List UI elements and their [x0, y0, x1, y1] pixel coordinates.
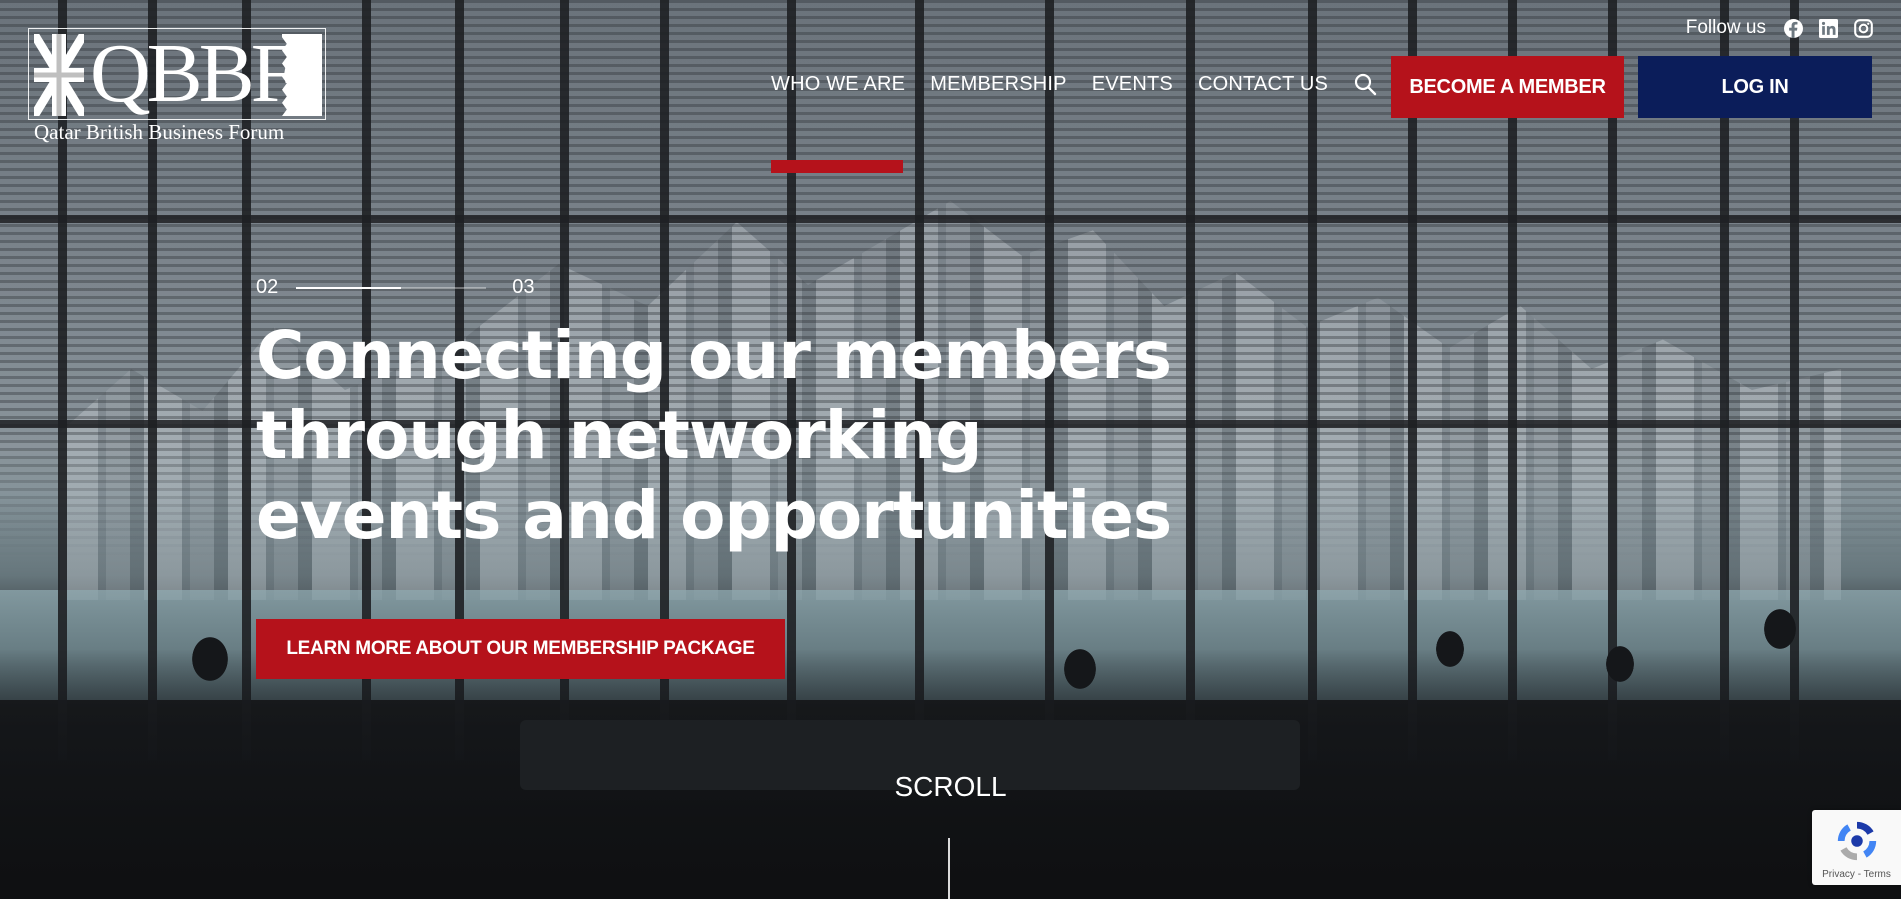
instagram-icon[interactable] [1854, 18, 1873, 38]
scroll-indicator-line [948, 838, 950, 899]
qbbf-logo[interactable]: QBBF Qatar British Business Forum [28, 28, 328, 148]
active-nav-indicator [771, 160, 903, 173]
logo-wordmark: QBBF [90, 27, 297, 120]
qatar-flag-stripe [282, 34, 322, 116]
search-icon[interactable] [1353, 72, 1377, 96]
social-links: Follow us [1686, 17, 1873, 39]
hero-headline: Connecting our members through networkin… [256, 317, 1172, 554]
become-member-button[interactable]: BECOME A MEMBER [1391, 56, 1624, 118]
nav-item-contact-us[interactable]: CONTACT US [1198, 73, 1328, 96]
recaptcha-badge[interactable]: Privacy - Terms [1812, 810, 1901, 885]
slide-progress-track [296, 286, 487, 289]
follow-us-label: Follow us [1685, 17, 1766, 38]
linkedin-icon[interactable] [1819, 18, 1838, 38]
nav-item-membership[interactable]: MEMBERSHIP [930, 73, 1066, 96]
recaptcha-links[interactable]: Privacy - Terms [1812, 869, 1901, 880]
slide-counter: 02 03 [256, 276, 535, 299]
hero-section: QBBF Qatar British Business Forum Follow… [0, 0, 1901, 899]
scroll-label[interactable]: SCROLL [0, 771, 1901, 803]
nav-item-who-we-are[interactable]: WHO WE ARE [771, 73, 905, 96]
slide-progress-fill [296, 286, 401, 289]
nav-item-events[interactable]: EVENTS [1092, 73, 1173, 96]
facebook-icon[interactable] [1784, 18, 1803, 38]
slide-current: 02 [256, 276, 279, 298]
union-flag-icon [34, 34, 84, 116]
logo-tagline: Qatar British Business Forum [34, 120, 285, 144]
recaptcha-icon [1837, 821, 1877, 861]
log-in-button[interactable]: LOG IN [1638, 56, 1872, 118]
main-nav: WHO WE ARE MEMBERSHIP EVENTS CONTACT US [771, 72, 1377, 96]
slide-total: 03 [512, 276, 535, 298]
learn-more-membership-button[interactable]: LEARN MORE ABOUT OUR MEMBERSHIP PACKAGE [256, 619, 785, 679]
